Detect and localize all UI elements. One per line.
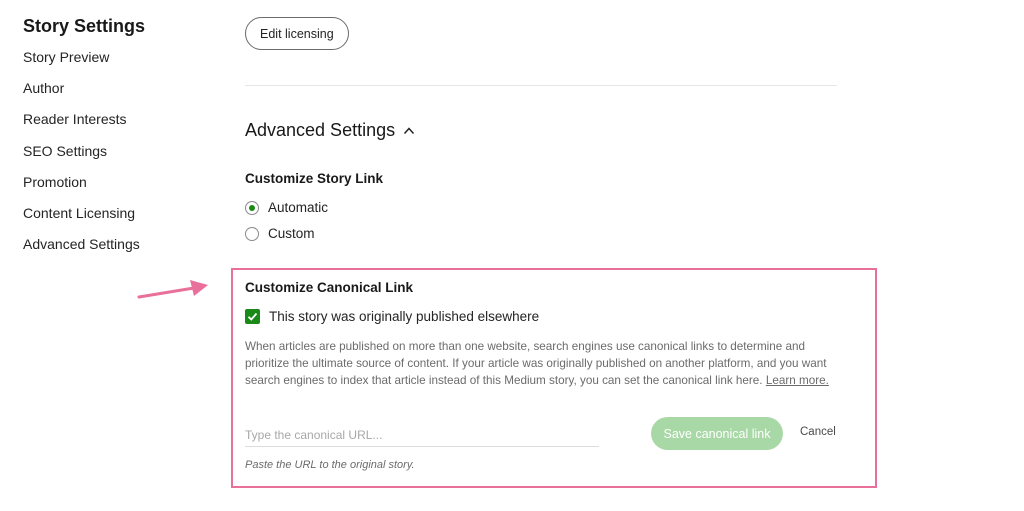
sidebar-item-advanced-settings[interactable]: Advanced Settings xyxy=(23,233,213,264)
edit-licensing-button[interactable]: Edit licensing xyxy=(245,17,349,50)
checkmark-icon xyxy=(247,312,258,321)
radio-custom-indicator[interactable] xyxy=(245,226,259,241)
sidebar-item-content-licensing[interactable]: Content Licensing xyxy=(23,202,213,233)
chevron-up-icon[interactable] xyxy=(403,125,415,137)
sidebar-item-story-preview[interactable]: Story Preview xyxy=(23,46,213,77)
radio-automatic-indicator[interactable] xyxy=(245,200,259,215)
sidebar-item-author[interactable]: Author xyxy=(23,77,213,108)
customize-story-link-title: Customize Story Link xyxy=(245,171,384,186)
sidebar: Story Settings Story Preview Author Read… xyxy=(23,14,213,264)
sidebar-item-seo-settings[interactable]: SEO Settings xyxy=(23,140,213,171)
canonical-help-text: Paste the URL to the original story. xyxy=(245,459,415,471)
radio-custom-label: Custom xyxy=(268,226,315,241)
radio-automatic-label: Automatic xyxy=(268,200,329,215)
story-settings-page: Story Settings Story Preview Author Read… xyxy=(0,0,1024,511)
arrow-right-icon xyxy=(137,280,208,299)
advanced-settings-heading[interactable]: Advanced Settings xyxy=(245,120,415,141)
originally-published-checkbox-row[interactable]: This story was originally published else… xyxy=(245,309,539,324)
canonical-url-input[interactable] xyxy=(245,424,599,447)
section-divider xyxy=(245,85,837,86)
originally-published-checkbox[interactable] xyxy=(245,309,260,324)
sidebar-item-reader-interests[interactable]: Reader Interests xyxy=(23,108,213,139)
canonical-description-text: When articles are published on more than… xyxy=(245,340,827,388)
advanced-settings-title: Advanced Settings xyxy=(245,120,396,140)
learn-more-link[interactable]: Learn more. xyxy=(766,374,829,387)
canonical-description: When articles are published on more than… xyxy=(245,338,835,390)
radio-automatic[interactable]: Automatic xyxy=(245,200,328,215)
originally-published-label: This story was originally published else… xyxy=(269,309,540,324)
radio-custom[interactable]: Custom xyxy=(245,226,315,241)
save-canonical-link-button[interactable]: Save canonical link xyxy=(651,417,783,450)
sidebar-item-promotion[interactable]: Promotion xyxy=(23,171,213,202)
cancel-button[interactable]: Cancel xyxy=(800,426,836,438)
customize-canonical-link-title: Customize Canonical Link xyxy=(245,280,414,295)
sidebar-title: Story Settings xyxy=(23,16,146,36)
sidebar-list: Story Preview Author Reader Interests SE… xyxy=(23,46,213,264)
